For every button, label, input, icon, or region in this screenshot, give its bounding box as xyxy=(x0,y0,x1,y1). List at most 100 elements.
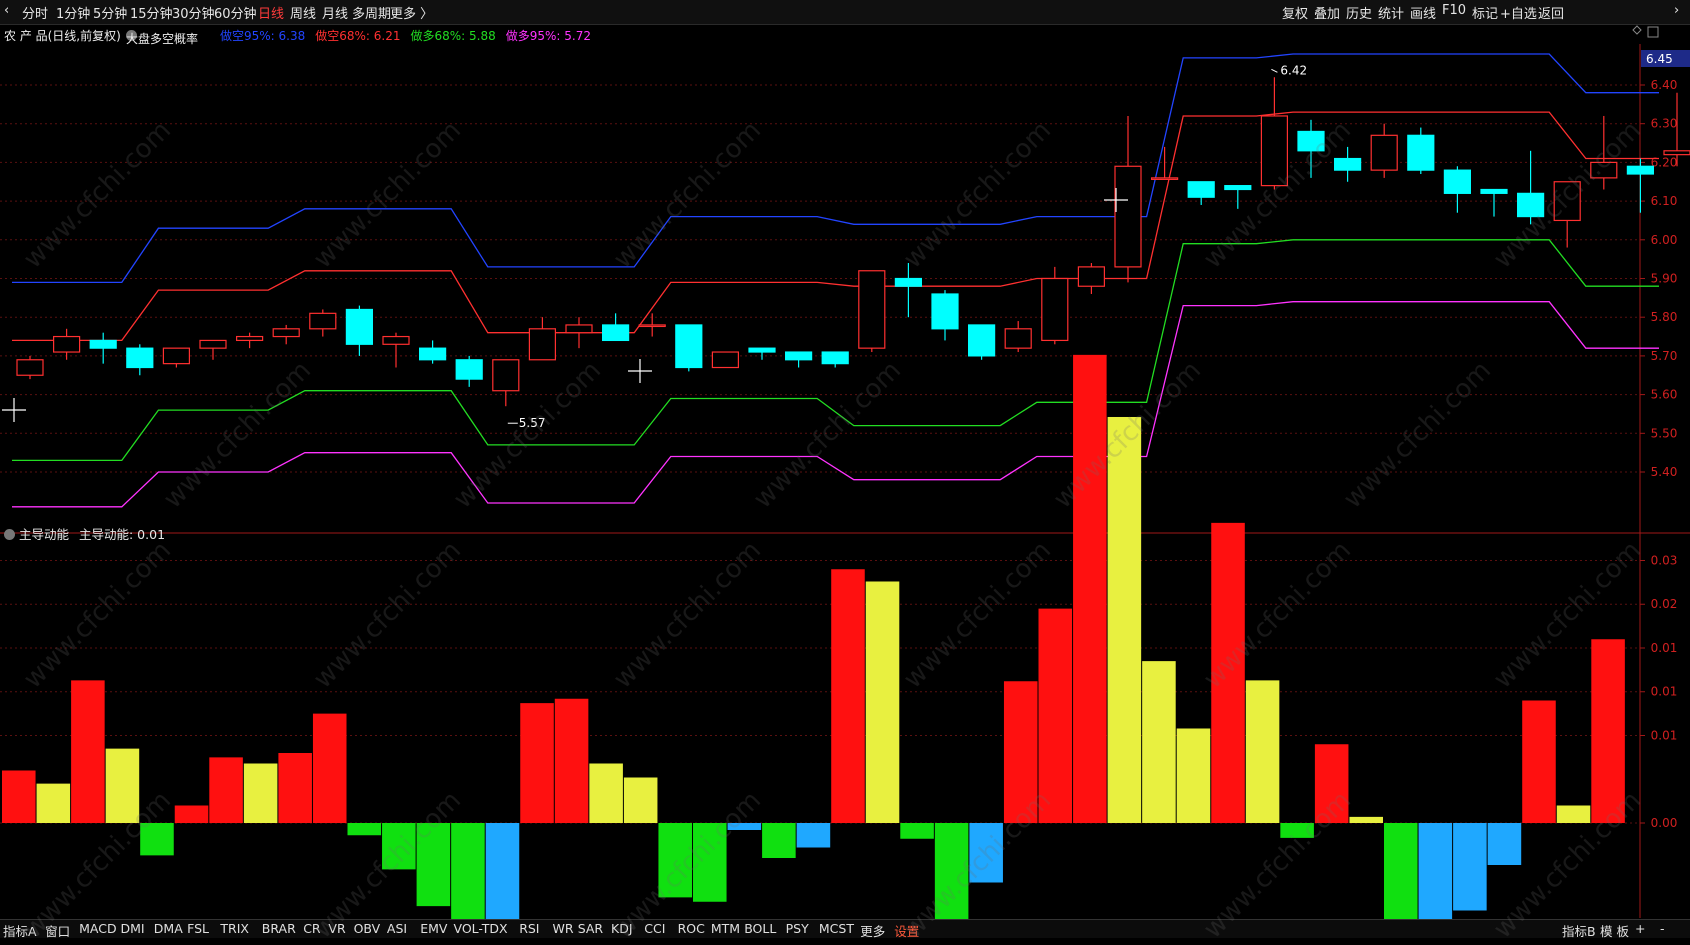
period-tab[interactable]: 分时 xyxy=(22,3,48,22)
indicator-tab[interactable]: SAR xyxy=(578,921,603,936)
toolbar-button[interactable]: +自选 xyxy=(1500,3,1537,22)
period-tab[interactable]: 周线 xyxy=(290,3,316,22)
toolbar-button[interactable]: 统计 xyxy=(1378,3,1404,22)
toolbar-button[interactable]: 画线 xyxy=(1410,3,1436,22)
indicator-tab[interactable]: VR xyxy=(328,921,345,936)
indicator-tab[interactable]: EMV xyxy=(420,921,447,936)
momentum-bar xyxy=(762,823,796,859)
series-label: 做空68%: 6.21 xyxy=(315,29,401,43)
candle-body xyxy=(419,347,447,361)
toolbar-button[interactable]: 历史 xyxy=(1346,3,1372,22)
template-tab[interactable]: 模 板 xyxy=(1600,921,1629,940)
indicator-tab[interactable]: 设置 xyxy=(894,921,919,940)
indicator-tab[interactable]: DMA xyxy=(154,921,183,936)
price-tick-label: 6.40 xyxy=(1651,78,1678,92)
toolbar-button[interactable]: 叠加 xyxy=(1314,3,1340,22)
period-tab[interactable]: 60分钟 xyxy=(214,3,257,22)
candle-body xyxy=(748,347,776,353)
indicator-tab[interactable]: MACD xyxy=(79,921,116,936)
indicator-tab[interactable]: 窗口 xyxy=(45,921,70,940)
toolbar-button[interactable]: 复权 xyxy=(1282,3,1308,22)
indicator-tab[interactable]: FSL xyxy=(187,921,209,936)
indicator-tab[interactable]: ASI xyxy=(387,921,407,936)
momentum-bar xyxy=(520,703,554,823)
indicator-tab[interactable]: ROC xyxy=(678,921,705,936)
momentum-value: 主导动能: 0.01 xyxy=(79,527,166,542)
period-tab[interactable]: 15分钟 xyxy=(130,3,173,22)
indicator-tab[interactable]: MCST xyxy=(819,921,854,936)
indicator-tab[interactable]: MTM xyxy=(711,921,740,936)
candle-body xyxy=(1150,177,1179,180)
indicator-tab[interactable]: DMI xyxy=(121,921,145,936)
momentum-title: 主导动能 主导动能: 0.01 xyxy=(4,524,165,543)
momentum-bar xyxy=(1556,805,1591,823)
period-tab[interactable]: 1分钟 xyxy=(56,3,90,22)
momentum-bar xyxy=(554,698,589,823)
candle-body xyxy=(1041,277,1069,342)
candle-body xyxy=(638,324,666,328)
indicator-tab[interactable]: 指标A xyxy=(3,921,37,940)
price-tick-label: 5.60 xyxy=(1651,388,1678,402)
period-tab[interactable]: 日线 xyxy=(258,3,284,22)
momentum-bar xyxy=(693,823,727,902)
momentum-tick-label: 0.01 xyxy=(1651,641,1678,655)
indicator-tab[interactable]: OBV xyxy=(354,921,381,936)
indicator-tab[interactable]: VOL-TDX xyxy=(454,921,508,936)
momentum-bar xyxy=(1003,681,1038,823)
candle-body xyxy=(89,339,117,349)
chart-svg: 6.40 6.30 6.20 6.10 6.00 5.90 5.80 5.70 5.60 5.50… xyxy=(0,25,1690,937)
candle-body xyxy=(784,351,813,361)
indicator-tab[interactable]: KDJ xyxy=(611,921,633,936)
indicator-tab[interactable]: WR xyxy=(553,921,574,936)
forward-arrow-icon[interactable]: › xyxy=(1674,3,1679,18)
stock-name: 农 产 品(日线,前复权) xyxy=(4,29,121,43)
indicator-tab[interactable]: BRAR xyxy=(262,921,296,936)
period-tab[interactable]: 更多 〉 xyxy=(390,3,433,22)
period-tab[interactable]: 月线 xyxy=(322,3,348,22)
candle-body xyxy=(126,347,154,369)
template-tab[interactable]: - xyxy=(1660,921,1665,936)
price-tick-label: 5.70 xyxy=(1651,349,1678,363)
template-tab[interactable]: 指标B xyxy=(1562,921,1596,940)
indicator-tab[interactable]: PSY xyxy=(786,921,809,936)
candle-body xyxy=(309,312,337,330)
momentum-tick-label: 0.03 xyxy=(1651,553,1678,567)
period-tab[interactable]: 30分钟 xyxy=(172,3,215,22)
indicator-tab[interactable]: CR xyxy=(303,921,320,936)
momentum-bar xyxy=(71,680,105,823)
indicator-tab[interactable]: RSI xyxy=(519,921,539,936)
indicator-tab[interactable]: TRIX xyxy=(220,921,249,936)
template-tab[interactable]: + xyxy=(1635,921,1645,936)
indicator-tab[interactable]: CCI xyxy=(644,921,665,936)
period-tab[interactable]: 5分钟 xyxy=(93,3,127,22)
back-arrow-icon[interactable]: ‹ xyxy=(4,3,9,18)
candle-body xyxy=(1443,169,1472,194)
band-line xyxy=(12,239,1659,462)
price-tick-label: 5.90 xyxy=(1651,272,1678,286)
toolbar-button[interactable]: 标记 xyxy=(1472,3,1498,22)
indicator-toolbar: 指标A 窗口 MACD DMI DMA FSL TRIX BRAR CR VR OBV ASI EMV V… xyxy=(0,919,1690,940)
momentum-tick-label: 0.02 xyxy=(1651,597,1678,611)
momentum-bar xyxy=(589,763,623,823)
indicator-tab[interactable]: 更多 xyxy=(860,921,885,940)
toolbar-button[interactable]: F10 xyxy=(1442,3,1466,18)
momentum-bar xyxy=(1107,416,1142,823)
series-label: 做空95%: 6.38 xyxy=(220,29,306,43)
candle-body xyxy=(236,335,264,342)
indicator-tab[interactable]: BOLL xyxy=(744,921,776,936)
momentum-bar xyxy=(1591,639,1625,823)
dropdown-icon[interactable] xyxy=(4,529,15,540)
momentum-bar xyxy=(623,777,658,823)
momentum-bar xyxy=(347,823,382,836)
series-label: 做多95%: 5.72 xyxy=(505,29,591,43)
period-tab[interactable]: 多周期 xyxy=(352,3,391,22)
toolbar-button[interactable]: 返回 xyxy=(1538,3,1564,22)
momentum-bar xyxy=(209,757,243,823)
candle-body xyxy=(382,335,410,345)
momentum-bar xyxy=(1038,608,1073,823)
momentum-name: 主导动能 xyxy=(19,527,70,542)
candle-body xyxy=(821,351,849,365)
price-tick-label: 6.00 xyxy=(1651,233,1678,247)
price-tick-label: 6.30 xyxy=(1651,117,1678,131)
candle-body xyxy=(675,324,703,369)
